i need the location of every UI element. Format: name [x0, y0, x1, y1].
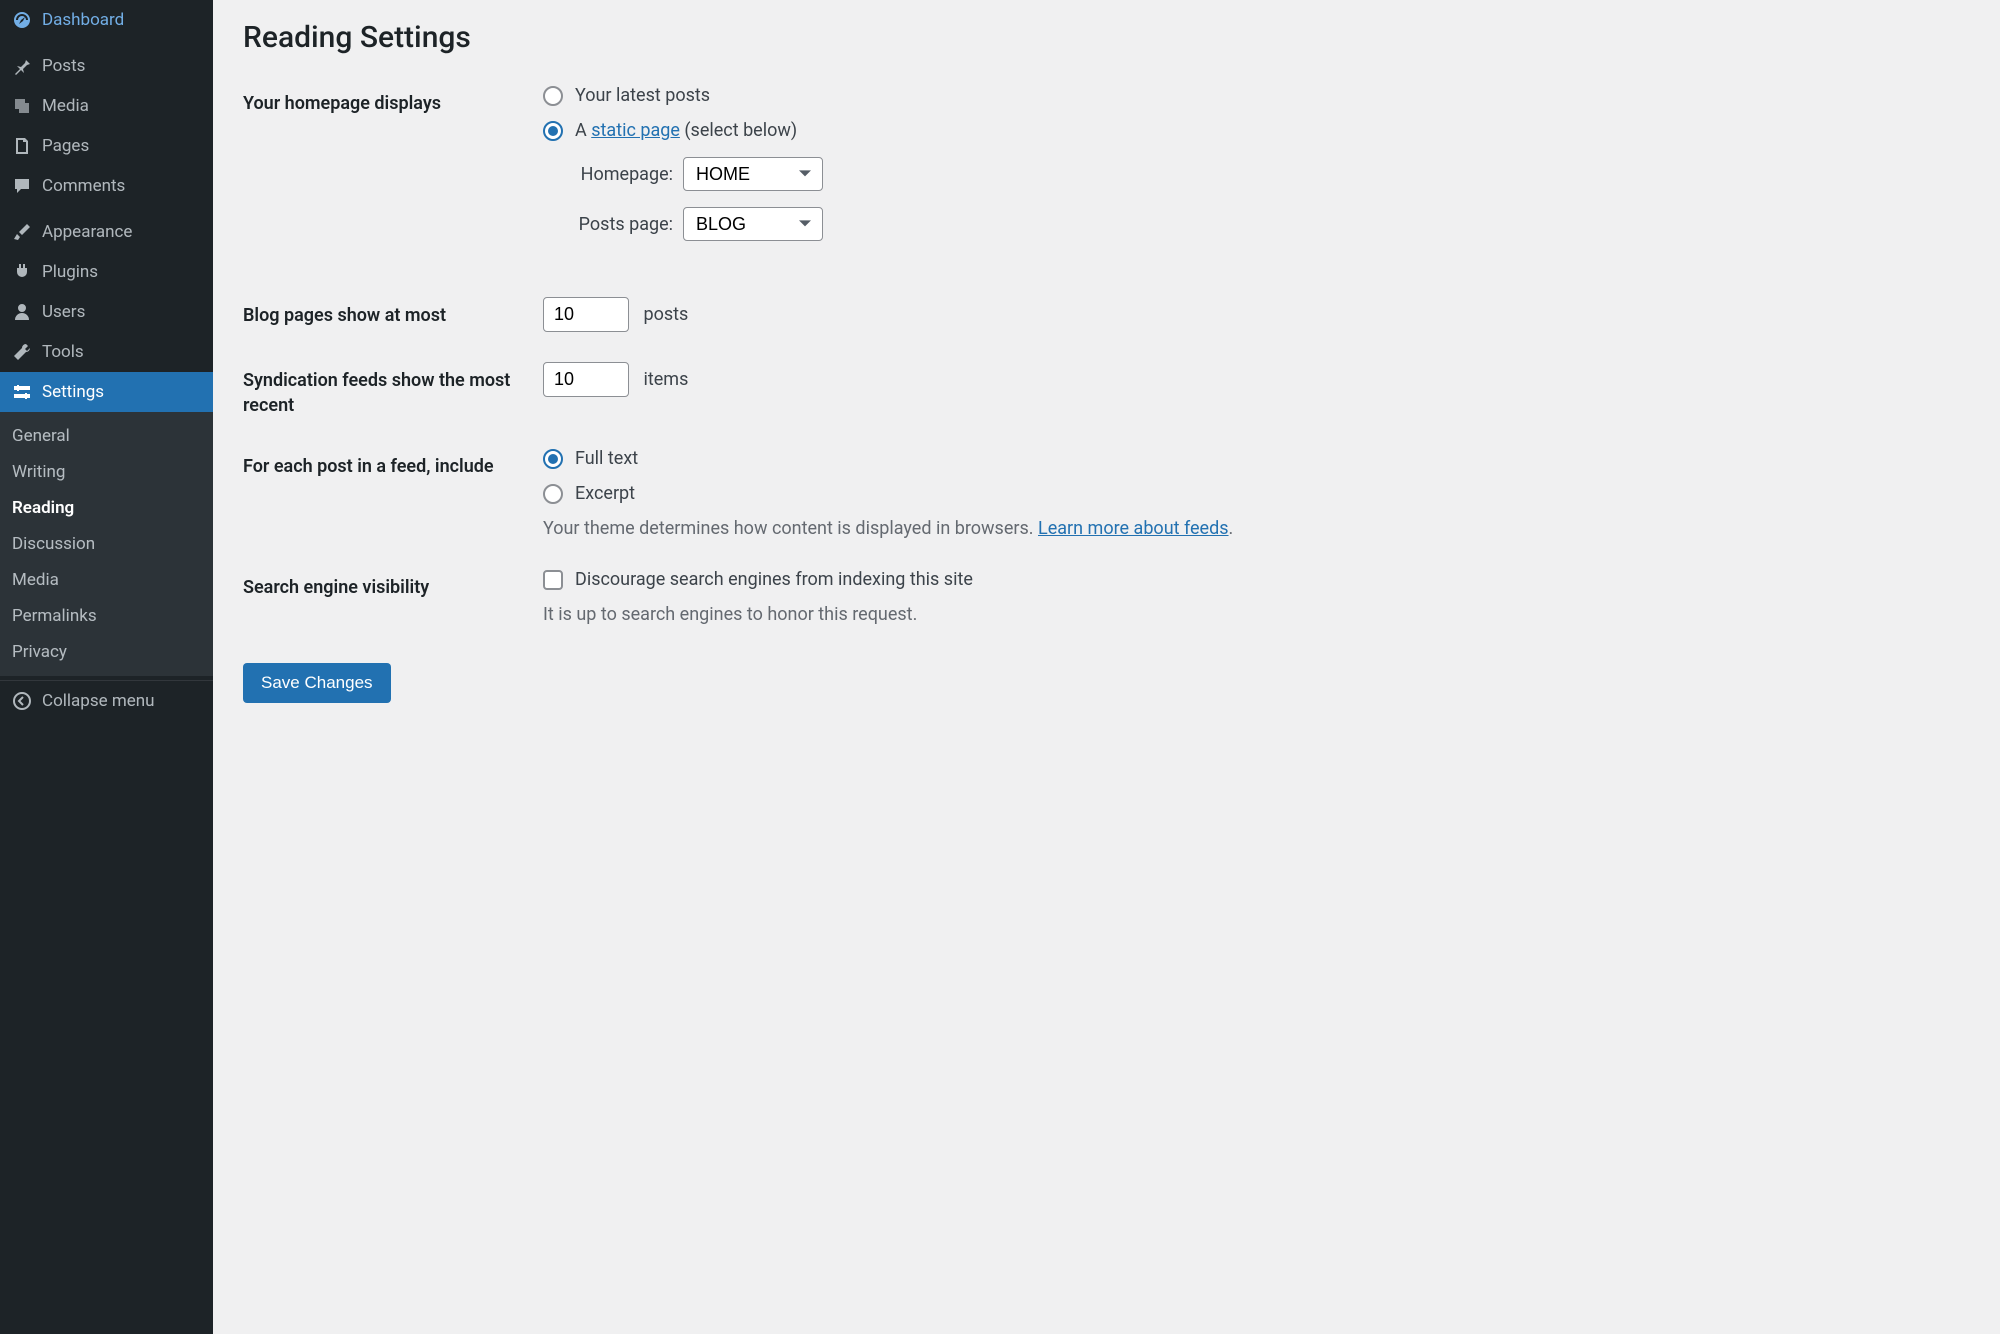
submenu-item-writing[interactable]: Writing: [0, 454, 213, 490]
sidebar-item-label: Users: [42, 302, 85, 322]
admin-sidebar: Dashboard Posts Media Pages Comments App…: [0, 0, 213, 1334]
sidebar-item-label: Appearance: [42, 222, 132, 242]
radio-latest-posts[interactable]: [543, 86, 563, 106]
save-changes-button[interactable]: Save Changes: [243, 663, 391, 703]
search-visibility-label: Search engine visibility: [243, 569, 543, 600]
radio-excerpt-label: Excerpt: [575, 483, 635, 504]
collapse-menu[interactable]: Collapse menu: [0, 680, 213, 721]
sidebar-item-media[interactable]: Media: [0, 86, 213, 126]
sidebar-item-comments[interactable]: Comments: [0, 166, 213, 206]
page-title: Reading Settings: [243, 20, 1970, 55]
posts-per-rss-input[interactable]: [543, 362, 629, 397]
radio-full-text[interactable]: [543, 449, 563, 469]
pin-icon: [12, 56, 32, 76]
homepage-displays-label: Your homepage displays: [243, 85, 543, 116]
learn-more-feeds-link[interactable]: Learn more about feeds: [1038, 518, 1229, 539]
pages-icon: [12, 136, 32, 156]
posts-per-page-input[interactable]: [543, 297, 629, 332]
sliders-icon: [12, 382, 32, 402]
radio-latest-posts-label: Your latest posts: [575, 85, 710, 106]
sidebar-item-settings[interactable]: Settings: [0, 372, 213, 412]
radio-full-text-label: Full text: [575, 448, 638, 469]
sidebar-item-users[interactable]: Users: [0, 292, 213, 332]
sidebar-item-plugins[interactable]: Plugins: [0, 252, 213, 292]
brush-icon: [12, 222, 32, 242]
dashboard-icon: [12, 10, 32, 30]
sidebar-item-label: Dashboard: [42, 10, 124, 30]
sidebar-item-label: Posts: [42, 56, 85, 76]
plug-icon: [12, 262, 32, 282]
posts-suffix: posts: [643, 304, 688, 325]
sidebar-item-label: Pages: [42, 136, 89, 156]
postspage-select[interactable]: BLOG: [683, 207, 823, 241]
sidebar-item-label: Settings: [42, 382, 104, 402]
comments-icon: [12, 176, 32, 196]
submenu-item-permalinks[interactable]: Permalinks: [0, 598, 213, 634]
search-visibility-description: It is up to search engines to honor this…: [543, 604, 1970, 625]
main-content: Reading Settings Your homepage displays …: [213, 0, 2000, 1334]
homepage-select-label: Homepage:: [573, 164, 673, 185]
submenu-item-media[interactable]: Media: [0, 562, 213, 598]
collapse-icon: [12, 691, 32, 711]
static-page-link[interactable]: static page: [591, 120, 680, 141]
discourage-search-checkbox[interactable]: [543, 570, 563, 590]
settings-submenu: General Writing Reading Discussion Media…: [0, 412, 213, 676]
radio-static-page[interactable]: [543, 121, 563, 141]
sidebar-item-tools[interactable]: Tools: [0, 332, 213, 372]
sidebar-item-label: Media: [42, 96, 89, 116]
homepage-select[interactable]: HOME: [683, 157, 823, 191]
sidebar-item-dashboard[interactable]: Dashboard: [0, 0, 213, 40]
postspage-select-label: Posts page:: [573, 214, 673, 235]
sidebar-item-appearance[interactable]: Appearance: [0, 212, 213, 252]
submenu-item-discussion[interactable]: Discussion: [0, 526, 213, 562]
user-icon: [12, 302, 32, 322]
submenu-item-privacy[interactable]: Privacy: [0, 634, 213, 670]
sidebar-item-label: Tools: [42, 342, 84, 362]
radio-excerpt[interactable]: [543, 484, 563, 504]
feed-include-label: For each post in a feed, include: [243, 448, 543, 479]
submenu-item-general[interactable]: General: [0, 418, 213, 454]
wrench-icon: [12, 342, 32, 362]
radio-static-page-label: A static page (select below): [575, 120, 797, 141]
sidebar-item-pages[interactable]: Pages: [0, 126, 213, 166]
discourage-search-label: Discourage search engines from indexing …: [575, 569, 973, 590]
sidebar-item-label: Comments: [42, 176, 125, 196]
media-icon: [12, 96, 32, 116]
items-suffix: items: [643, 369, 688, 390]
submenu-item-reading[interactable]: Reading: [0, 490, 213, 526]
sidebar-item-label: Plugins: [42, 262, 98, 282]
blog-pages-label: Blog pages show at most: [243, 297, 543, 328]
sidebar-item-posts[interactable]: Posts: [0, 46, 213, 86]
syndication-label: Syndication feeds show the most recent: [243, 362, 543, 418]
collapse-label: Collapse menu: [42, 691, 155, 711]
feed-description: Your theme determines how content is dis…: [543, 518, 1970, 539]
